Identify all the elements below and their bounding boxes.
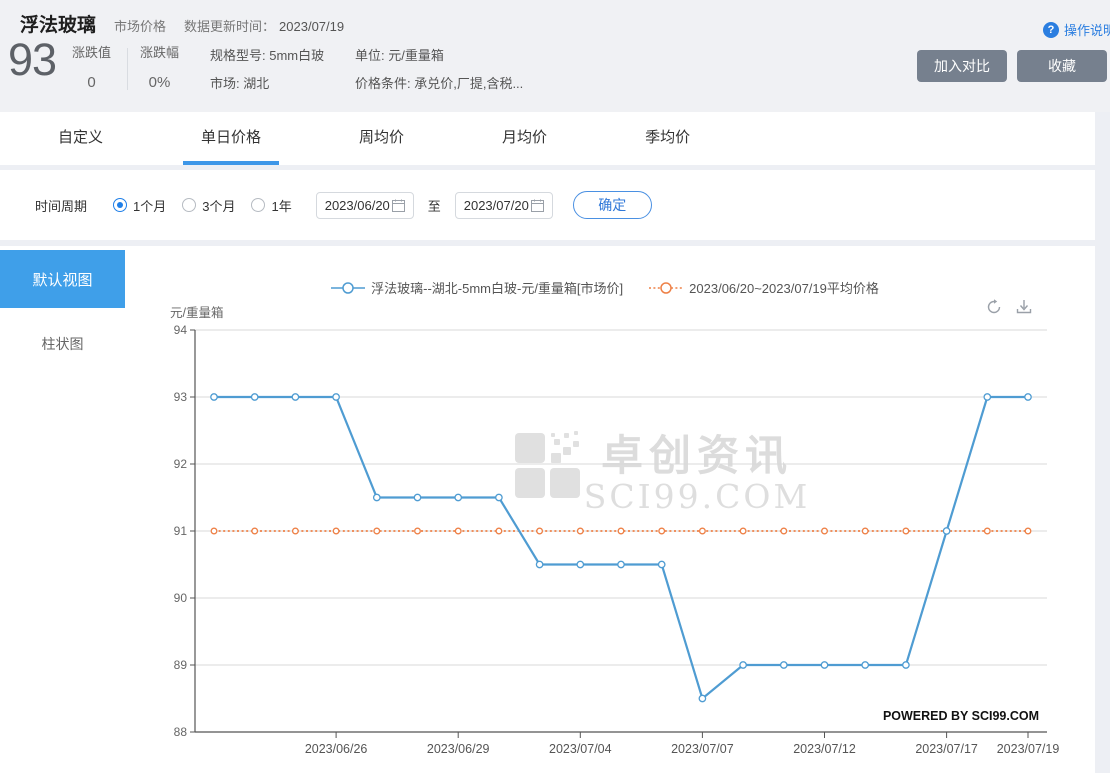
radio-label: 1个月 xyxy=(133,196,166,215)
svg-text:2023/06/29: 2023/06/29 xyxy=(427,742,490,756)
favorite-button[interactable]: 收藏 xyxy=(1017,50,1107,82)
legend-item-2[interactable]: 2023/06/20~2023/07/19平均价格 xyxy=(649,278,879,297)
svg-text:2023/07/17: 2023/07/17 xyxy=(915,742,978,756)
svg-text:93: 93 xyxy=(174,390,188,404)
tab-4[interactable]: 月均价 xyxy=(484,112,565,165)
change-value-group: 涨跌值 0 xyxy=(72,42,111,91)
svg-text:POWERED BY SCI99.COM: POWERED BY SCI99.COM xyxy=(883,709,1039,723)
add-compare-button[interactable]: 加入对比 xyxy=(917,50,1007,82)
radio-label: 3个月 xyxy=(202,196,235,215)
confirm-button[interactable]: 确定 xyxy=(573,191,652,219)
tab-1[interactable]: 自定义 xyxy=(40,112,121,165)
divider xyxy=(127,48,128,90)
tab-bar: 自定义 单日价格 周均价 月均价 季均价 xyxy=(0,112,1095,165)
product-header: 浮法玻璃 市场价格 数据更新时间： 2023/07/19 ? 操作说明 93 涨… xyxy=(0,0,1110,112)
svg-text:89: 89 xyxy=(174,658,188,672)
unit-value: 单位: 元/重量箱 xyxy=(355,42,523,70)
category-tag: 市场价格 xyxy=(114,16,166,35)
calendar-icon xyxy=(392,199,405,212)
tab-5[interactable]: 季均价 xyxy=(627,112,708,165)
radio-label: 1年 xyxy=(271,196,291,215)
chart-toolbar xyxy=(985,298,1033,316)
end-date-input[interactable]: 2023/07/20 xyxy=(455,192,553,219)
date-range-to-label: 至 xyxy=(428,196,441,215)
svg-text:2023/07/19: 2023/07/19 xyxy=(997,742,1060,756)
svg-text:91: 91 xyxy=(174,524,188,538)
change-pct-value: 0% xyxy=(140,74,179,91)
period-radio-2[interactable]: 3个月 xyxy=(182,196,235,215)
market-value: 市场: 湖北 xyxy=(210,70,324,98)
svg-text:2023/06/26: 2023/06/26 xyxy=(305,742,368,756)
price-chart: 卓创资讯SCI99.COM 88 89 90 91 92 93 94 2023/06/26 202… xyxy=(130,320,1080,765)
legend-item-1[interactable]: 浮法玻璃--湖北-5mm白玻-元/重量箱[市场价] xyxy=(331,278,623,297)
legend-line-marker-icon xyxy=(649,281,683,295)
update-time-label: 数据更新时间： xyxy=(184,16,275,35)
svg-text:92: 92 xyxy=(174,457,188,471)
svg-text:90: 90 xyxy=(174,591,188,605)
svg-text:卓创资讯: 卓创资讯 xyxy=(601,432,793,479)
period-label: 时间周期 xyxy=(35,196,87,215)
meta-column-2: 单位: 元/重量箱 价格条件: 承兑价,厂提,含税... xyxy=(355,42,523,98)
calendar-icon xyxy=(531,199,544,212)
period-radio-3[interactable]: 1年 xyxy=(251,196,291,215)
filter-section: 时间周期 1个月 3个月 1年 2023/06/20 至 2023/07/20 确定 xyxy=(0,170,1095,240)
refresh-icon[interactable] xyxy=(985,298,1003,316)
svg-text:88: 88 xyxy=(174,725,188,739)
tab-3[interactable]: 周均价 xyxy=(341,112,422,165)
svg-text:2023/07/04: 2023/07/04 xyxy=(549,742,612,756)
radio-icon xyxy=(182,198,196,212)
change-label: 涨跌值 xyxy=(72,42,111,61)
change-pct-group: 涨跌幅 0% xyxy=(140,42,179,91)
help-label: 操作说明 xyxy=(1064,20,1110,39)
radio-icon xyxy=(251,198,265,212)
chart-section: 默认视图 柱状图 浮法玻璃--湖北-5mm白玻-元/重量箱[市场价] 2023/0… xyxy=(0,246,1095,773)
svg-text:2023/07/12: 2023/07/12 xyxy=(793,742,856,756)
legend-line-marker-icon xyxy=(331,281,365,295)
page-title: 浮法玻璃 xyxy=(20,10,96,37)
end-date-value: 2023/07/20 xyxy=(464,198,529,213)
svg-text:94: 94 xyxy=(174,323,188,337)
svg-text:SCI99.COM: SCI99.COM xyxy=(584,477,810,516)
current-price: 93 xyxy=(8,34,56,86)
update-time-value: 2023/07/19 xyxy=(279,19,344,34)
condition-value: 价格条件: 承兑价,厂提,含税... xyxy=(355,70,523,98)
download-icon[interactable] xyxy=(1015,298,1033,316)
start-date-value: 2023/06/20 xyxy=(325,198,390,213)
start-date-input[interactable]: 2023/06/20 xyxy=(316,192,414,219)
question-circle-icon: ? xyxy=(1043,22,1059,38)
title-row: 浮法玻璃 市场价格 数据更新时间： 2023/07/19 xyxy=(20,10,344,37)
legend-label: 浮法玻璃--湖北-5mm白玻-元/重量箱[市场价] xyxy=(371,278,623,297)
help-link[interactable]: ? 操作说明 xyxy=(1043,20,1110,39)
tab-2[interactable]: 单日价格 xyxy=(183,112,279,165)
meta-column-1: 规格型号: 5mm白玻 市场: 湖北 xyxy=(210,42,324,98)
header-buttons: 加入对比 收藏 xyxy=(917,50,1107,82)
spec-value: 规格型号: 5mm白玻 xyxy=(210,42,324,70)
chart-legend: 浮法玻璃--湖北-5mm白玻-元/重量箱[市场价] 2023/06/20~2023… xyxy=(130,278,1080,297)
view-default-button[interactable]: 默认视图 xyxy=(0,250,125,308)
view-bar-chart-button[interactable]: 柱状图 xyxy=(0,334,125,354)
svg-text:2023/07/07: 2023/07/07 xyxy=(671,742,734,756)
legend-label: 2023/06/20~2023/07/19平均价格 xyxy=(689,278,879,297)
y-axis-title: 元/重量箱 xyxy=(170,302,223,321)
change-value: 0 xyxy=(72,74,111,91)
period-radio-1[interactable]: 1个月 xyxy=(113,196,166,215)
radio-icon xyxy=(113,198,127,212)
change-pct-label: 涨跌幅 xyxy=(140,42,179,61)
